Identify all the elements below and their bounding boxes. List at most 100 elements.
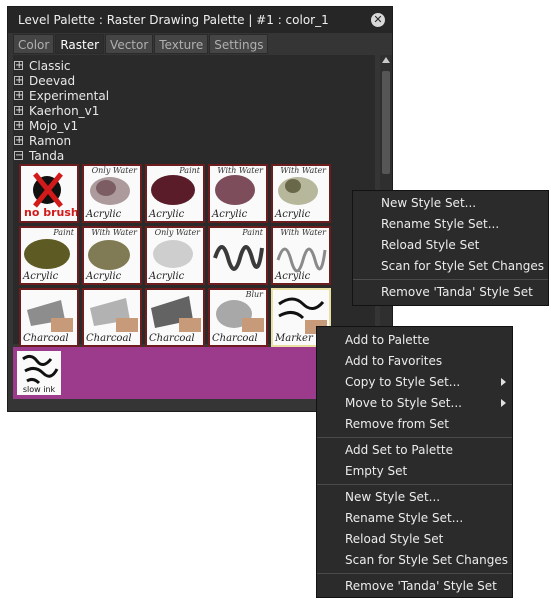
scroll-thumb[interactable] <box>382 71 390 174</box>
menu-item-move-to-style-set[interactable]: Move to Style Set... <box>317 393 512 414</box>
brush-swatch[interactable]: Only Water Acrylic <box>145 226 205 285</box>
no-brush-label: no brush <box>24 206 77 219</box>
menu-item-reload-style-set[interactable]: Reload Style Set <box>353 235 548 256</box>
menu-item-label: Move to Style Set... <box>345 396 462 410</box>
menu-item-reload-style-set[interactable]: Reload Style Set <box>317 529 512 550</box>
tree-item-label: Deevad <box>29 73 76 88</box>
menu-separator <box>317 484 512 485</box>
menu-item-copy-to-style-set[interactable]: Copy to Style Set... <box>317 372 512 393</box>
style-set-context-menu: New Style Set... Rename Style Set... Rel… <box>352 190 549 306</box>
menu-item-rename-style-set[interactable]: Rename Style Set... <box>317 508 512 529</box>
tree-item-label: Classic <box>29 58 71 73</box>
window-title: Level Palette : Raster Drawing Palette |… <box>18 13 329 27</box>
brush-swatch[interactable]: Blur Charcoal <box>208 288 268 347</box>
brush-swatch-no-brush[interactable]: no brush <box>19 164 79 223</box>
menu-item-remove-from-set[interactable]: Remove from Set <box>317 414 512 435</box>
brush-swatch[interactable]: With Water Acrylic <box>271 164 331 223</box>
menu-item-add-to-palette[interactable]: Add to Palette <box>317 330 512 351</box>
expand-icon[interactable]: + <box>14 106 23 116</box>
brush-tag: Paint <box>53 228 74 237</box>
tree-item-tanda[interactable]: − Tanda <box>13 148 375 163</box>
brush-label: Charcoal <box>86 333 132 344</box>
menu-item-new-style-set[interactable]: New Style Set... <box>353 193 548 214</box>
brush-tag: Blur <box>245 290 263 299</box>
expand-icon[interactable]: + <box>14 76 23 86</box>
style-tree: + Classic + Deevad + Experimental + Kaerhon_… <box>13 55 375 347</box>
scroll-up-icon[interactable] <box>382 57 390 63</box>
tree-item-label: Ramon <box>29 133 72 148</box>
menu-item-new-style-set[interactable]: New Style Set... <box>317 487 512 508</box>
menu-item-scan-style-set-changes[interactable]: Scan for Style Set Changes <box>317 550 512 571</box>
brush-label: Marker <box>275 333 313 344</box>
brush-swatch[interactable]: With Water Acrylic <box>208 164 268 223</box>
slow-ink-icon <box>22 354 59 385</box>
brush-swatch[interactable]: Paint Acrylic <box>145 164 205 223</box>
brush-swatch[interactable]: With Water Acrylic <box>82 226 142 285</box>
brush-label: Acrylic <box>149 209 185 220</box>
no-brush-icon: no brush <box>24 172 77 219</box>
brush-label: Acrylic <box>275 209 311 220</box>
tree-item-ramon[interactable]: + Ramon <box>13 133 375 148</box>
expand-icon[interactable]: + <box>14 61 23 71</box>
submenu-arrow-icon <box>501 399 506 407</box>
tree-item-label: Experimental <box>29 88 110 103</box>
tree-item-kaerhon[interactable]: + Kaerhon_v1 <box>13 103 375 118</box>
brush-label: Charcoal <box>23 333 69 344</box>
brush-tag: With Water <box>91 228 137 237</box>
brush-tag: Paint <box>242 228 263 237</box>
title-bar: Level Palette : Raster Drawing Palette |… <box>8 7 392 33</box>
tree-item-experimental[interactable]: + Experimental <box>13 88 375 103</box>
menu-item-remove-style-set[interactable]: Remove 'Tanda' Style Set <box>317 576 512 597</box>
tree-item-label: Kaerhon_v1 <box>29 103 100 118</box>
expand-icon[interactable]: + <box>14 136 23 146</box>
brush-label: Acrylic <box>23 271 59 282</box>
collapse-icon[interactable]: − <box>14 151 23 161</box>
submenu-arrow-icon <box>501 378 506 386</box>
tree-item-label: Mojo_v1 <box>29 118 79 133</box>
menu-item-add-set-to-palette[interactable]: Add Set to Palette <box>317 440 512 461</box>
tab-color[interactable]: Color <box>13 34 55 54</box>
brush-swatch[interactable]: Paint Acrylic <box>19 226 79 285</box>
style-context-menu: Add to Palette Add to Favorites Copy to … <box>316 326 513 598</box>
menu-separator <box>317 437 512 438</box>
menu-item-add-to-favorites[interactable]: Add to Favorites <box>317 351 512 372</box>
tab-settings[interactable]: Settings <box>209 34 269 54</box>
brush-tag: With Water <box>217 166 263 175</box>
brush-tag: Paint <box>179 166 200 175</box>
tab-bar: Color Raster Vector Texture Settings <box>13 34 392 54</box>
close-icon[interactable]: ✕ <box>371 13 385 27</box>
brush-tag: With Water <box>280 228 326 237</box>
tree-item-mojo[interactable]: + Mojo_v1 <box>13 118 375 133</box>
brush-label: Charcoal <box>212 333 258 344</box>
brush-swatch[interactable]: Only Water Acrylic <box>82 164 142 223</box>
expand-icon[interactable]: + <box>14 91 23 101</box>
current-brush-thumbnail[interactable]: slow ink <box>17 351 61 395</box>
tree-item-classic[interactable]: + Classic <box>13 58 375 73</box>
brush-swatch[interactable]: Charcoal <box>145 288 205 347</box>
brush-label: Charcoal <box>149 333 195 344</box>
tree-item-deevad[interactable]: + Deevad <box>13 73 375 88</box>
brush-tag: Only Water <box>91 166 137 175</box>
menu-item-empty-set[interactable]: Empty Set <box>317 461 512 482</box>
brush-label: Acrylic <box>212 209 248 220</box>
brush-label: Acrylic <box>275 271 311 282</box>
brush-tag: Only Water <box>154 228 200 237</box>
tab-raster[interactable]: Raster <box>55 34 105 54</box>
brush-label: Acrylic <box>86 271 122 282</box>
brush-swatch[interactable]: Paint <box>208 226 268 285</box>
brush-label: Acrylic <box>86 209 122 220</box>
brush-swatch[interactable]: With Water Acrylic <box>271 226 331 285</box>
menu-item-remove-style-set[interactable]: Remove 'Tanda' Style Set <box>353 282 548 303</box>
menu-separator <box>353 279 548 280</box>
brush-label: Acrylic <box>149 271 185 282</box>
tab-vector[interactable]: Vector <box>105 34 154 54</box>
tab-texture[interactable]: Texture <box>154 34 209 54</box>
current-brush-label: slow ink <box>22 385 56 394</box>
brush-tag: With Water <box>280 166 326 175</box>
menu-item-scan-style-set-changes[interactable]: Scan for Style Set Changes <box>353 256 548 277</box>
brush-swatch[interactable]: Charcoal <box>82 288 142 347</box>
brush-swatch[interactable]: Charcoal <box>19 288 79 347</box>
expand-icon[interactable]: + <box>14 121 23 131</box>
menu-item-rename-style-set[interactable]: Rename Style Set... <box>353 214 548 235</box>
menu-item-label: Copy to Style Set... <box>345 375 461 389</box>
